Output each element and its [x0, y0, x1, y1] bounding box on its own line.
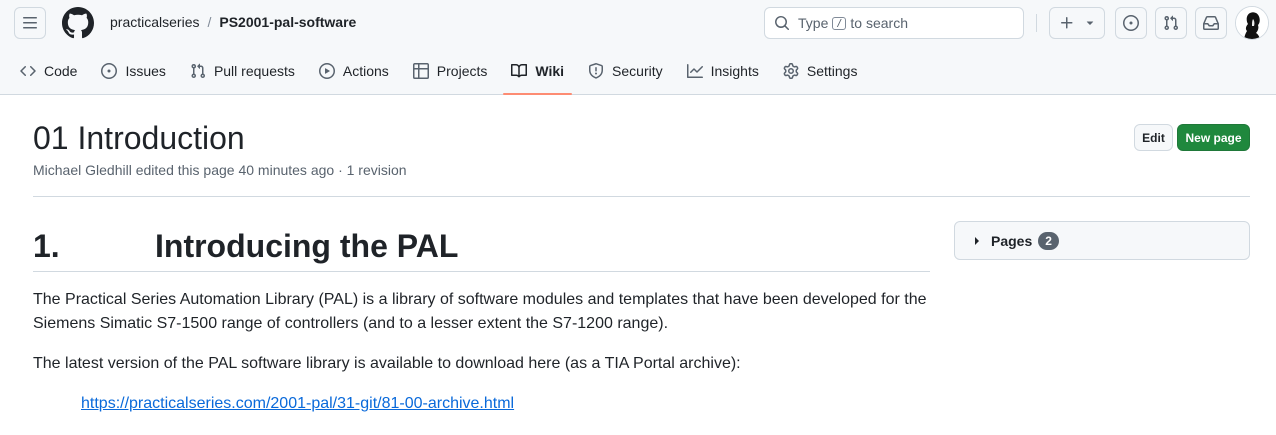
search-placeholder-suffix: to search	[850, 15, 908, 31]
your-pull-requests-button[interactable]	[1155, 7, 1187, 39]
global-header: practicalseries / PS2001-pal-software Ty…	[0, 0, 1276, 95]
tab-insights-label: Insights	[710, 63, 759, 79]
tab-pull-requests-label: Pull requests	[213, 63, 295, 79]
issue-opened-icon	[1123, 15, 1139, 31]
archive-link-container: https://practicalseries.com/2001-pal/31-…	[33, 392, 930, 416]
tab-security[interactable]: Security	[588, 53, 663, 89]
triangle-down-icon	[1086, 21, 1094, 25]
edit-button[interactable]: Edit	[1134, 124, 1173, 151]
menu-button[interactable]	[14, 7, 46, 39]
tab-issues-label: Issues	[125, 63, 166, 79]
wiki-article: 1. Introducing the PAL The Practical Ser…	[33, 222, 930, 416]
header-divider	[1036, 14, 1037, 32]
git-pull-request-icon	[191, 63, 205, 79]
shield-icon	[589, 63, 604, 79]
tab-actions-label: Actions	[342, 63, 389, 79]
tab-insights[interactable]: Insights	[686, 53, 759, 89]
git-pull-request-icon	[1164, 15, 1179, 31]
search-icon	[775, 16, 790, 31]
code-icon	[20, 65, 36, 77]
page-edit-meta: Michael Gledhill edited this page 40 min…	[33, 162, 407, 178]
book-icon	[511, 63, 528, 78]
tab-issues[interactable]: Issues	[101, 53, 166, 89]
create-new-button[interactable]	[1049, 7, 1105, 39]
notifications-button[interactable]	[1195, 7, 1227, 39]
pages-sidebar-toggle[interactable]: Pages 2	[954, 221, 1250, 260]
tab-actions[interactable]: Actions	[318, 53, 389, 89]
tab-security-label: Security	[612, 63, 663, 79]
user-avatar[interactable]	[1235, 6, 1269, 40]
tab-settings-label: Settings	[806, 63, 858, 79]
your-issues-button[interactable]	[1115, 7, 1147, 39]
tab-projects-label: Projects	[436, 63, 488, 79]
pages-count-badge: 2	[1038, 231, 1059, 250]
tab-settings[interactable]: Settings	[783, 53, 858, 89]
new-page-button[interactable]: New page	[1177, 124, 1250, 151]
section-number: 1.	[33, 228, 60, 264]
breadcrumb-owner-link[interactable]: practicalseries	[110, 14, 199, 30]
archive-link[interactable]: https://practicalseries.com/2001-pal/31-…	[81, 395, 514, 412]
breadcrumb: practicalseries / PS2001-pal-software	[110, 14, 356, 30]
pages-label: Pages	[991, 232, 1033, 249]
breadcrumb-separator: /	[207, 14, 212, 30]
github-logo-icon[interactable]	[62, 7, 94, 39]
play-icon	[318, 63, 335, 79]
gear-icon	[783, 63, 799, 79]
section-title: Introducing the PAL	[155, 228, 459, 264]
issue-opened-icon	[101, 63, 118, 79]
title-divider	[33, 196, 1250, 197]
tab-code-label: Code	[44, 63, 78, 79]
search-placeholder-prefix: Type	[798, 15, 829, 31]
graph-icon	[686, 64, 703, 78]
inbox-icon	[1203, 15, 1219, 30]
tab-projects[interactable]: Projects	[412, 53, 488, 89]
download-paragraph: The latest version of the PAL software l…	[33, 355, 741, 372]
search-shortcut-key: /	[832, 16, 847, 30]
search-input[interactable]: Type / to search	[764, 7, 1024, 39]
hamburger-icon	[23, 17, 37, 29]
tab-wiki[interactable]: Wiki	[503, 53, 572, 95]
triangle-right-icon	[975, 236, 979, 245]
repo-nav: Code Issues Pull requests Actions Projec…	[20, 53, 881, 95]
breadcrumb-repo-link[interactable]: PS2001-pal-software	[219, 14, 356, 30]
section-heading: 1. Introducing the PAL	[33, 222, 930, 272]
tab-code[interactable]: Code	[20, 53, 77, 89]
tab-pull-requests[interactable]: Pull requests	[190, 53, 295, 89]
intro-paragraph: The Practical Series Automation Library …	[33, 291, 927, 332]
tab-wiki-label: Wiki	[535, 63, 565, 79]
table-icon	[412, 63, 429, 79]
page-title: 01 Introduction	[33, 120, 245, 156]
plus-icon	[1061, 17, 1073, 29]
